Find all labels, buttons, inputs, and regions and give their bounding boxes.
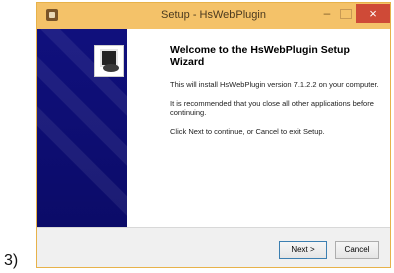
setup-window: Setup - HsWebPlugin – × Welcome to the H… <box>36 2 391 268</box>
figure-label: 3) <box>4 252 19 269</box>
next-cancel-message: Click Next to continue, or Cancel to exi… <box>170 127 325 136</box>
wizard-welcome-title: Welcome to the HsWebPlugin Setup Wizard <box>170 44 350 68</box>
setup-package-icon <box>94 45 124 77</box>
wizard-page: Welcome to the HsWebPlugin Setup Wizard … <box>37 29 390 227</box>
wizard-side-banner <box>37 29 127 227</box>
next-button[interactable]: Next > <box>279 241 327 259</box>
maximize-button <box>340 9 352 19</box>
minimize-button[interactable]: – <box>319 7 335 21</box>
install-message: This will install HsWebPlugin version 7.… <box>170 80 379 89</box>
footer-separator <box>37 227 390 228</box>
install-disk-icon <box>103 64 119 72</box>
window-title: Setup - HsWebPlugin <box>161 9 266 21</box>
close-apps-message: It is recommended that you close all oth… <box>170 99 374 117</box>
close-button[interactable]: × <box>356 4 390 23</box>
cancel-button[interactable]: Cancel <box>335 241 379 259</box>
title-bar[interactable]: Setup - HsWebPlugin – × <box>37 3 390 29</box>
